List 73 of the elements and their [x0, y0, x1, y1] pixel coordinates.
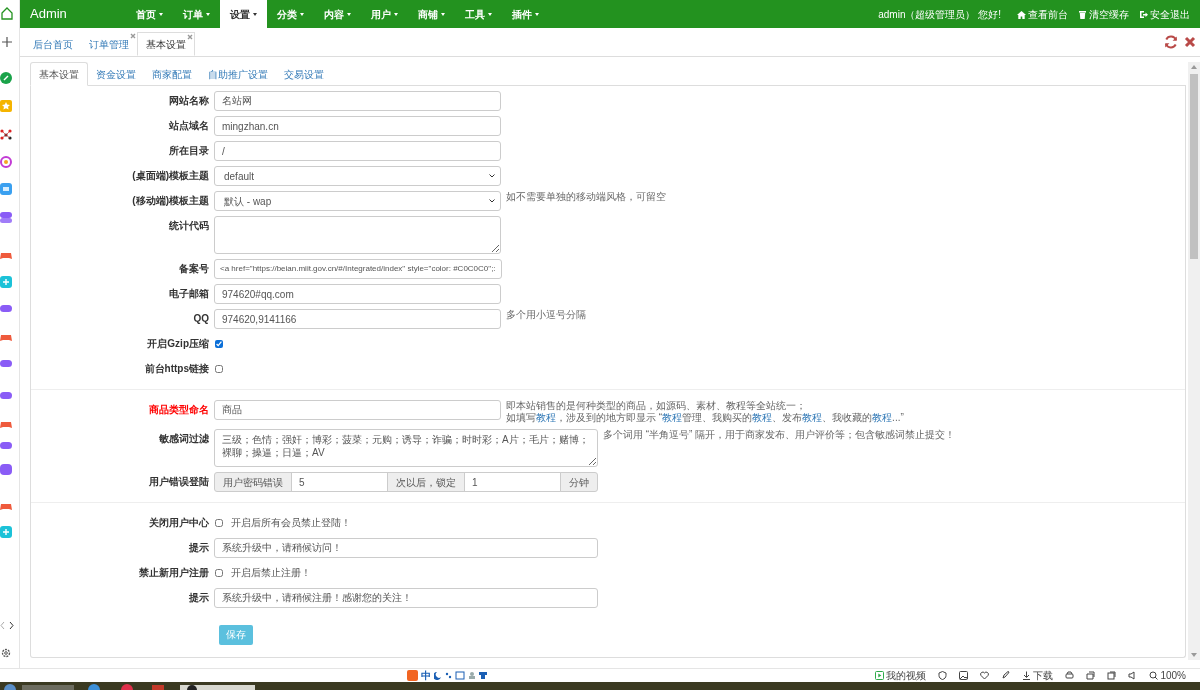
field-label: (移动端)模板主题	[131, 194, 210, 208]
help-link[interactable]: 教程	[752, 412, 773, 423]
help-text: 多个用小逗号分隔	[506, 309, 586, 321]
field-label: 提示	[188, 541, 210, 555]
status-bar-item[interactable]: 我的视频	[875, 668, 927, 683]
settings-tab[interactable]: 交易设置	[276, 62, 332, 86]
field-label: 商品类型命名	[148, 403, 210, 417]
field-label: 网站名称	[168, 94, 210, 108]
field-label: 备案号	[178, 262, 210, 276]
field-label: QQ	[192, 312, 210, 326]
nav-menu-item[interactable]: 分类	[267, 0, 314, 28]
field-label: 用户错误登陆	[148, 475, 210, 489]
text-field[interactable]: 1	[464, 472, 561, 492]
settings-tab[interactable]: 基本设置	[30, 62, 88, 86]
checkbox-caption: 开启后所有会员禁止登陆！	[231, 516, 351, 530]
page-tab[interactable]: 订单管理	[81, 32, 137, 56]
user-greeting: admin（超级管理员） 您好!	[878, 7, 1001, 22]
field-label: 站点域名	[168, 119, 210, 133]
text-field[interactable]: 名站网	[214, 91, 501, 111]
input-addon: 分钟	[560, 472, 598, 492]
text-field[interactable]: mingzhan.cn	[214, 116, 501, 136]
nav-menu-item[interactable]: 订单	[173, 0, 220, 28]
field-label: 前台https链接	[143, 362, 210, 376]
help-link[interactable]: 教程	[872, 412, 893, 423]
input-addon: 次以后，锁定	[387, 472, 465, 492]
text-field[interactable]: 商品	[214, 400, 501, 420]
text-field[interactable]: 974620,9141166	[214, 309, 501, 329]
settings-tab[interactable]: 商家配置	[144, 62, 200, 86]
select-field[interactable]: 默认 - wap	[214, 191, 501, 211]
nav-menu-item[interactable]: 首页	[126, 0, 173, 28]
text-field[interactable]: 系统升级中，请稍候注册！感谢您的关注！	[214, 588, 598, 608]
help-text: 多个词用 “半角逗号” 隔开，用于商家发布、用户评价等；包含敏感词禁止提交！	[603, 429, 956, 441]
page-tab[interactable]: 基本设置	[137, 32, 195, 56]
nav-menu-item[interactable]: 插件	[502, 0, 549, 28]
field-label: 提示	[188, 591, 210, 605]
nav-link[interactable]: 安全退出	[1139, 6, 1190, 22]
field-label: 禁止新用户注册	[138, 566, 210, 580]
nav-menu-item[interactable]: 设置	[220, 0, 267, 28]
status-bar-item[interactable]: 100%	[1149, 668, 1186, 683]
input-addon: 用户密码错误	[214, 472, 292, 492]
text-field[interactable]: 5	[291, 472, 388, 492]
field-label: 关闭用户中心	[148, 516, 210, 530]
select-field[interactable]: default	[214, 166, 501, 186]
help-link[interactable]: 教程	[662, 412, 683, 423]
help-link[interactable]: 教程	[802, 412, 823, 423]
field-label: 统计代码	[168, 219, 210, 233]
field-label: 开启Gzip压缩	[146, 337, 210, 351]
nav-menu-item[interactable]: 工具	[455, 0, 502, 28]
nav-menu-item[interactable]: 用户	[361, 0, 408, 28]
settings-tab[interactable]: 资金设置	[88, 62, 144, 86]
field-label: 电子邮箱	[168, 287, 210, 301]
help-link[interactable]: 教程	[536, 412, 556, 423]
settings-tab[interactable]: 自助推广设置	[200, 62, 276, 86]
status-bar-item[interactable]: 下载	[1022, 668, 1054, 683]
help-text: 如填写教程，涉及到的地方即显示 “教程管理、我购买的教程、发布教程、我收藏的教程...”	[506, 412, 904, 424]
ime-mode[interactable]: 中	[421, 668, 431, 683]
brand-title: Admin	[30, 5, 68, 24]
field-label: 所在目录	[168, 144, 210, 158]
text-field[interactable]: 系统升级中，请稍候访问！	[214, 538, 598, 558]
nav-menu-item[interactable]: 商铺	[408, 0, 455, 28]
page-tab[interactable]: 后台首页	[25, 32, 81, 56]
help-text: 如不需要单独的移动端风格，可留空	[506, 191, 666, 203]
text-field[interactable]: 974620#qq.com	[214, 284, 501, 304]
field-label: 敏感词过滤	[158, 432, 210, 446]
text-field[interactable]: <a href="https://beian.miit.gov.cn/#/Integrated/index" style="color: #C0C0C0";:	[214, 259, 502, 279]
text-area[interactable]: 三级；色情；强奸；博彩；菠菜；元购；诱导；诈骗；时时彩；A片；毛片；赌博；裸聊；操逼；日逼；AV	[214, 429, 598, 467]
nav-link[interactable]: 查看前台	[1017, 6, 1068, 22]
checkbox-caption: 开启后禁止注册！	[231, 566, 311, 580]
field-label: (桌面端)模板主题	[131, 169, 210, 183]
nav-link[interactable]: 清空缓存	[1078, 6, 1129, 22]
help-text: 即本站销售的是何种类型的商品，如源码、素材、教程等全站统一；	[506, 400, 807, 412]
text-field[interactable]: /	[214, 141, 501, 161]
nav-menu-item[interactable]: 内容	[314, 0, 361, 28]
